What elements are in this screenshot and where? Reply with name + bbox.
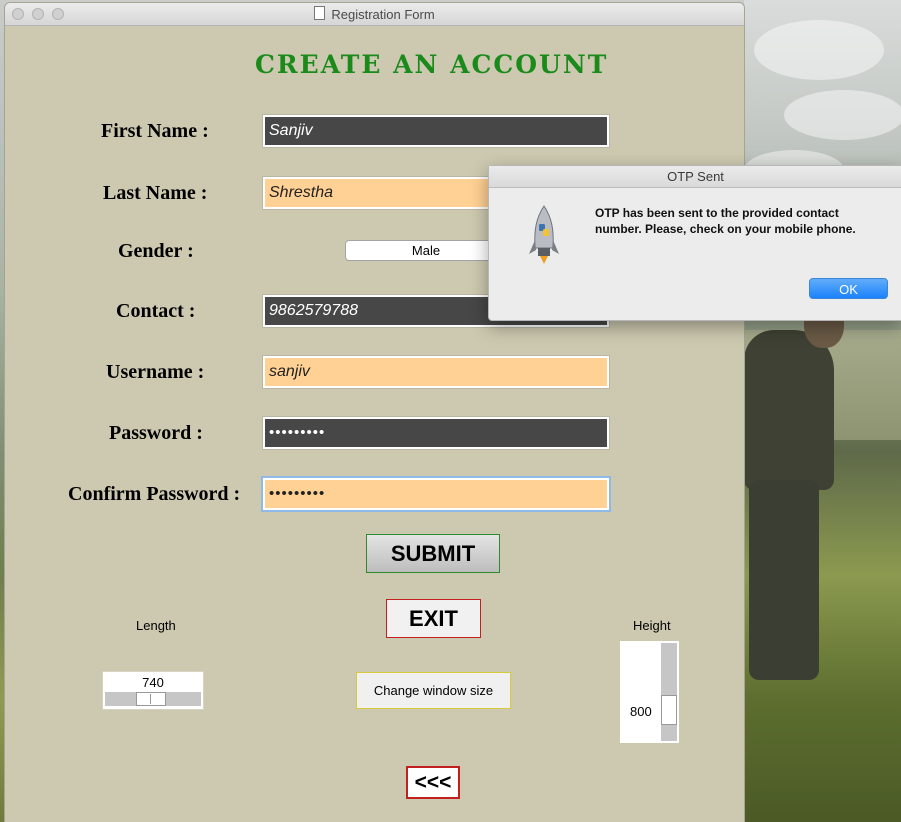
document-icon	[314, 6, 326, 20]
length-value: 740	[142, 675, 164, 690]
python-rocket-icon	[529, 205, 559, 264]
height-slider[interactable]: 800	[620, 641, 679, 743]
first-name-field[interactable]: Sanjiv	[262, 114, 610, 148]
username-label: Username :	[106, 361, 205, 383]
window-title: Registration Form	[331, 7, 435, 22]
gender-label: Gender :	[118, 240, 194, 262]
dialog-title: OTP Sent	[489, 166, 901, 188]
form-heading: CREATE AN ACCOUNT	[255, 50, 609, 79]
length-slider[interactable]: 740	[102, 671, 204, 710]
first-name-label: First Name :	[101, 120, 209, 142]
password-label: Password :	[109, 422, 203, 444]
change-window-size-button[interactable]: Change window size	[356, 672, 511, 709]
dialog-message: OTP has been sent to the provided contac…	[595, 206, 856, 236]
length-label: Length	[136, 618, 176, 633]
height-slider-thumb[interactable]	[661, 695, 677, 725]
username-field[interactable]: sanjiv	[262, 355, 610, 389]
background-image	[744, 0, 901, 822]
submit-button[interactable]: SUBMIT	[366, 534, 500, 573]
ok-button[interactable]: OK	[809, 278, 888, 299]
height-label: Height	[633, 618, 671, 633]
height-slider-trough[interactable]	[661, 643, 677, 741]
gender-select[interactable]: Male	[345, 240, 507, 261]
title-bar: Registration Form	[5, 3, 744, 26]
exit-button[interactable]: EXIT	[386, 599, 481, 638]
confirm-password-field[interactable]: •••••••••	[261, 476, 611, 512]
password-field[interactable]: •••••••••	[262, 416, 610, 450]
length-slider-thumb[interactable]	[136, 692, 166, 706]
last-name-label: Last Name :	[103, 182, 208, 204]
height-value: 800	[630, 704, 652, 719]
contact-label: Contact :	[116, 300, 196, 322]
back-button[interactable]: <<<	[406, 766, 460, 799]
confirm-password-label: Confirm Password :	[68, 483, 241, 505]
otp-dialog: OTP Sent OTP has been sent to the provid…	[488, 165, 901, 321]
